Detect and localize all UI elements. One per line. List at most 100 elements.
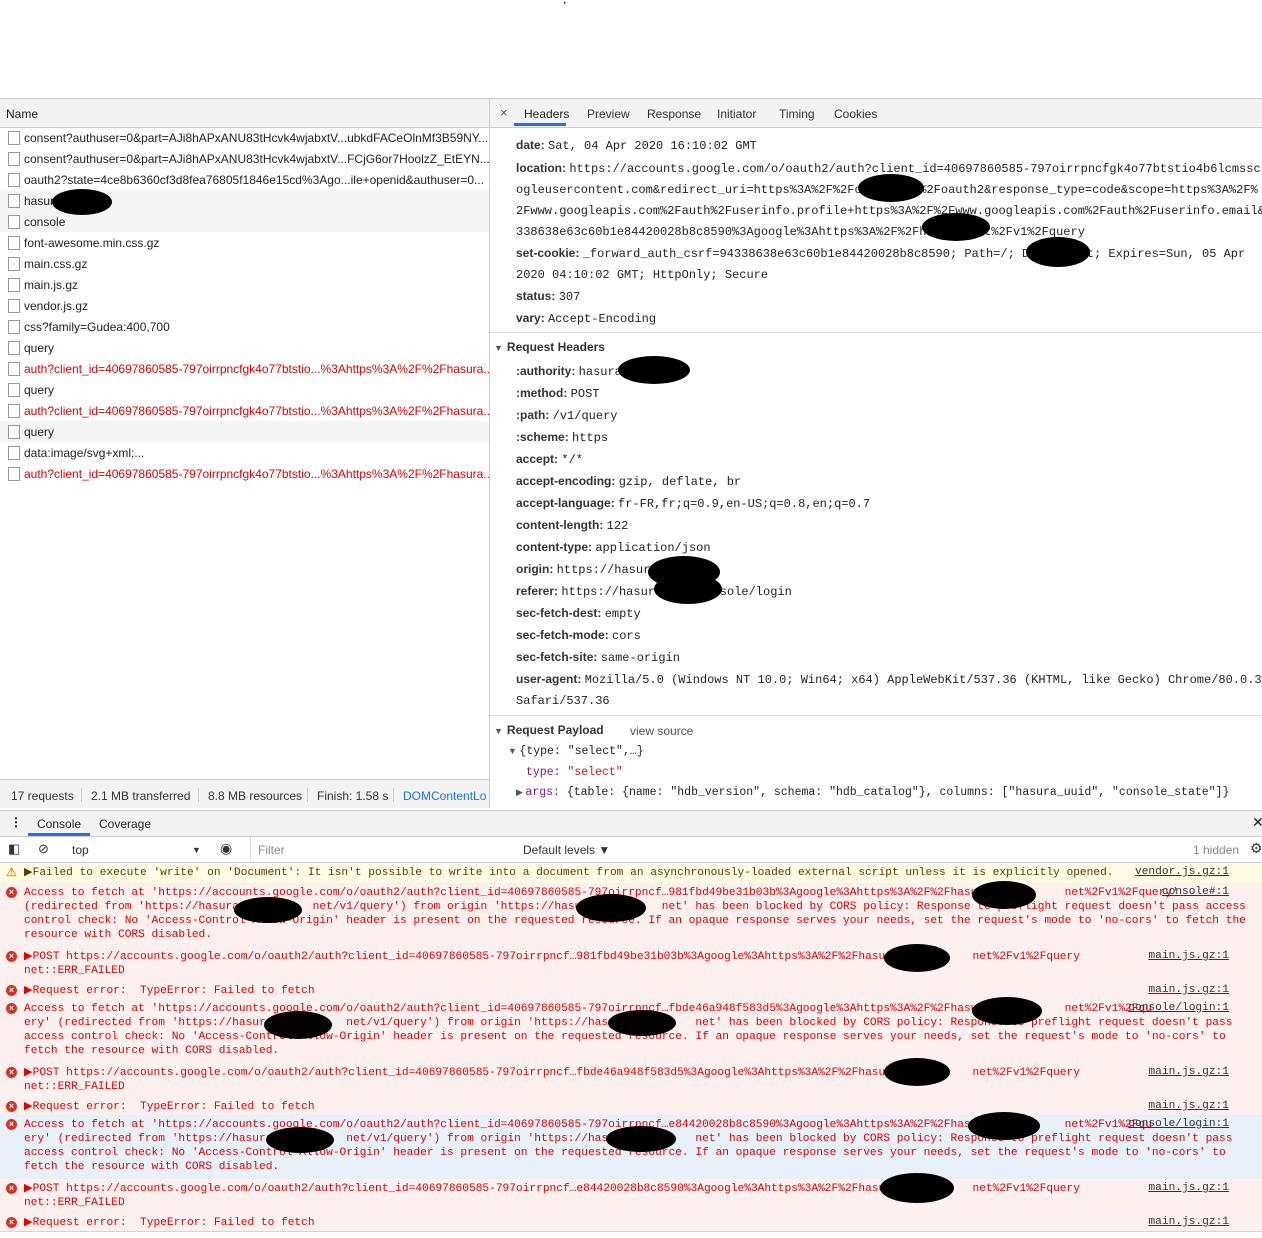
file-icon bbox=[8, 194, 20, 208]
header-row: accept-encoding: gzip, deflate, br bbox=[516, 474, 741, 489]
request-row[interactable]: oauth2?state=4ce8b6360cf3d8fea76805f1846… bbox=[0, 169, 489, 190]
request-row[interactable]: auth?client_id=40697860585-797oirrpncfgk… bbox=[0, 463, 489, 484]
redaction-mark bbox=[884, 1058, 950, 1086]
console-error[interactable]: × ▶Request error: TypeError: Failed to fe… bbox=[0, 1097, 1262, 1116]
console-error[interactable]: × ▶POST https://accounts.google.com/o/oau… bbox=[0, 947, 1262, 982]
tab-initiator[interactable]: Initiator bbox=[717, 107, 756, 121]
console-message-line: net::ERR_FAILED bbox=[24, 965, 125, 977]
header-key: location: bbox=[516, 161, 566, 175]
source-link[interactable]: main.js.gz:1 bbox=[1148, 1216, 1229, 1228]
request-name: consent?authuser=0&part=AJi8hAPxANU83tHc… bbox=[24, 152, 489, 166]
eye-icon[interactable]: ◉ bbox=[220, 840, 232, 857]
file-icon bbox=[8, 404, 20, 418]
expand-triangle-icon: ▶ bbox=[516, 787, 526, 797]
network-status-bar: 17 requests 2.1 MB transferred 8.8 MB re… bbox=[0, 779, 489, 808]
payload-args-key: args: bbox=[525, 786, 560, 799]
header-value: Mozilla/5.0 (Windows NT 10.0; Win64; x64… bbox=[584, 673, 1262, 687]
source-link[interactable]: console#:1 bbox=[1162, 886, 1229, 898]
close-icon[interactable]: × bbox=[500, 105, 508, 120]
console-error[interactable]: × ▶POST https://accounts.google.com/o/oau… bbox=[0, 1063, 1262, 1098]
source-link[interactable]: vendor.js.gz:1 bbox=[1135, 866, 1229, 878]
error-icon: × bbox=[6, 985, 17, 996]
request-row[interactable]: data:image/svg+xml;... bbox=[0, 442, 489, 463]
header-row: 2020 04:10:02 GMT; HttpOnly; Secure bbox=[516, 267, 768, 282]
request-row[interactable]: css?family=Gudea:400,700 bbox=[0, 316, 489, 337]
request-row[interactable]: auth?client_id=40697860585-797oirrpncfgk… bbox=[0, 358, 489, 379]
close-drawer-icon[interactable]: ✕ bbox=[1252, 814, 1262, 831]
error-icon: × bbox=[6, 1003, 17, 1014]
file-icon bbox=[8, 131, 20, 145]
console-error[interactable]: × ▶Request error: TypeError: Failed to fe… bbox=[0, 1213, 1262, 1232]
payload-args[interactable]: ▶ args: {table: {name: "hdb_version", sc… bbox=[516, 786, 1229, 799]
request-row[interactable]: main.css.gz bbox=[0, 253, 489, 274]
source-link[interactable]: console/login:1 bbox=[1128, 1118, 1229, 1130]
tab-console[interactable]: Console bbox=[37, 817, 81, 831]
source-link[interactable]: main.js.gz:1 bbox=[1148, 1100, 1229, 1112]
payload-type-key: type: bbox=[526, 766, 561, 779]
request-headers-toggle[interactable]: ▼ Request Headers bbox=[494, 340, 605, 354]
request-row[interactable]: vendor.js.gz bbox=[0, 295, 489, 316]
finish-time: Finish: 1.58 s bbox=[317, 789, 389, 803]
clear-console-icon[interactable]: ⊘ bbox=[38, 841, 49, 857]
sidebar-toggle-icon[interactable]: ◧ bbox=[8, 841, 20, 857]
tab-cookies[interactable]: Cookies bbox=[834, 107, 877, 121]
tab-preview[interactable]: Preview bbox=[587, 107, 630, 121]
tab-coverage[interactable]: Coverage bbox=[99, 817, 151, 831]
source-link[interactable]: main.js.gz:1 bbox=[1148, 950, 1229, 962]
tab-timing[interactable]: Timing bbox=[779, 107, 815, 121]
request-row[interactable]: query bbox=[0, 379, 489, 400]
request-name: oauth2?state=4ce8b6360cf3d8fea76805f1846… bbox=[24, 173, 485, 187]
gear-icon[interactable]: ⚙ bbox=[1250, 840, 1262, 857]
source-link[interactable]: main.js.gz:1 bbox=[1148, 1182, 1229, 1194]
payload-root[interactable]: ▼ {type: "select",…} bbox=[508, 745, 644, 758]
request-row[interactable]: main.js.gz bbox=[0, 274, 489, 295]
header-row: content-length: 122 bbox=[516, 518, 628, 533]
header-value: _forward_auth_csrf=94338638e63c60b1e8442… bbox=[582, 247, 1246, 261]
tab-headers[interactable]: Headers bbox=[524, 107, 569, 121]
header-value: 338638e63c60b1e84420028b8c8590%3Agoogle%… bbox=[516, 225, 1085, 239]
source-link[interactable]: main.js.gz:1 bbox=[1148, 1066, 1229, 1078]
header-value: empty bbox=[604, 607, 641, 621]
tab-response[interactable]: Response bbox=[647, 107, 701, 121]
header-key: :authority: bbox=[516, 364, 576, 378]
request-payload-toggle[interactable]: ▼ Request Payload bbox=[494, 723, 604, 737]
request-name: vendor.js.gz bbox=[24, 299, 89, 313]
header-key: :path: bbox=[516, 408, 550, 422]
console-message-line: ▶Request error: TypeError: Failed to fet… bbox=[24, 1101, 315, 1113]
file-icon bbox=[8, 278, 20, 292]
header-key: referer: bbox=[516, 584, 559, 598]
console-error[interactable]: × ▶Request error: TypeError: Failed to fe… bbox=[0, 981, 1262, 1000]
request-row[interactable]: consent?authuser=0&part=AJi8hAPxANU83tHc… bbox=[0, 127, 489, 148]
request-row[interactable]: auth?client_id=40697860585-797oirrpncfgk… bbox=[0, 400, 489, 421]
request-headers-title: Request Headers bbox=[506, 340, 605, 354]
request-name: query bbox=[24, 383, 55, 397]
view-source-link[interactable]: view source bbox=[630, 724, 693, 738]
file-icon bbox=[8, 383, 20, 397]
log-levels-select[interactable]: Default levels ▼ bbox=[523, 843, 610, 857]
context-dropdown-icon[interactable]: ▼ bbox=[192, 845, 201, 855]
error-icon: × bbox=[6, 887, 17, 898]
console-message-line: net::ERR_FAILED bbox=[24, 1081, 125, 1093]
active-tab-indicator bbox=[514, 123, 566, 126]
redaction-mark bbox=[618, 356, 690, 384]
name-column-header[interactable]: Name bbox=[0, 99, 489, 128]
request-row[interactable]: consent?authuser=0&part=AJi8hAPxANU83tHc… bbox=[0, 148, 489, 169]
request-name: font-awesome.min.css.gz bbox=[24, 236, 160, 250]
source-link[interactable]: console/login:1 bbox=[1128, 1002, 1229, 1014]
request-row[interactable]: query bbox=[0, 337, 489, 358]
header-key: sec-fetch-mode: bbox=[516, 628, 609, 642]
source-link[interactable]: main.js.gz:1 bbox=[1148, 984, 1229, 996]
drawer-menu-icon[interactable]: ⋮ bbox=[10, 815, 22, 829]
filter-input[interactable]: Filter bbox=[258, 843, 285, 857]
request-name: auth?client_id=40697860585-797oirrpncfgk… bbox=[24, 404, 489, 418]
context-select[interactable]: top bbox=[72, 843, 89, 857]
request-row[interactable]: query bbox=[0, 421, 489, 442]
header-value: https bbox=[572, 431, 609, 445]
request-name: consent?authuser=0&part=AJi8hAPxANU83tHc… bbox=[24, 131, 489, 145]
request-row[interactable]: font-awesome.min.css.gz bbox=[0, 232, 489, 253]
error-icon: × bbox=[6, 1119, 17, 1130]
request-name: query bbox=[24, 341, 55, 355]
header-key: origin: bbox=[516, 562, 554, 576]
console-warning[interactable]: ⚠ ▶Failed to execute 'write' on 'Document… bbox=[0, 863, 1262, 884]
console-error[interactable]: × ▶POST https://accounts.google.com/o/oau… bbox=[0, 1179, 1262, 1214]
